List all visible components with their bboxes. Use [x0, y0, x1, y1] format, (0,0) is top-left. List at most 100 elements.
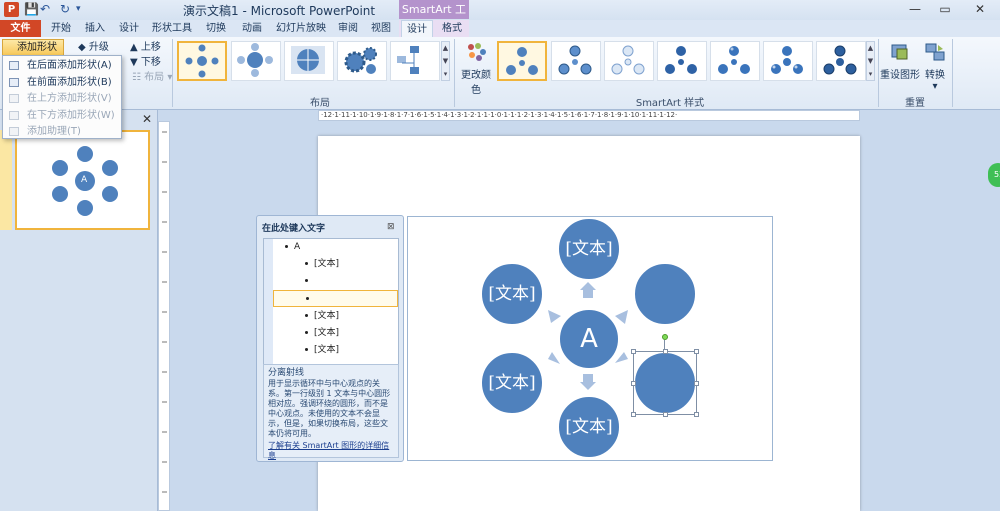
- horizontal-ruler: ·12·1·11·1·10·1·9·1·8·1·7·1·6·1·5·1·4·1·…: [318, 110, 860, 121]
- floating-badge[interactable]: 52: [988, 163, 1000, 187]
- smartart-node-bottom[interactable]: [文本]: [558, 396, 620, 458]
- rotate-handle[interactable]: [662, 334, 668, 340]
- slide-thumbnail-1[interactable]: A: [15, 130, 150, 230]
- smartart-node-top[interactable]: [文本]: [558, 218, 620, 280]
- text-pane-row[interactable]: [文本]: [273, 325, 398, 342]
- text-pane-row[interactable]: [文本]: [273, 308, 398, 325]
- menu-item-label: 在上方添加形状(V): [27, 93, 112, 104]
- tab-file[interactable]: 文件: [0, 20, 41, 37]
- tab-smartart-design[interactable]: 设计: [401, 20, 433, 37]
- style-gallery-scroll[interactable]: ▲ ▼ ▾: [866, 41, 875, 81]
- move-down-button[interactable]: ▼ 下移: [130, 55, 161, 70]
- style-thumb-4[interactable]: [657, 41, 707, 81]
- layout-radial-cycle[interactable]: [231, 41, 281, 81]
- vertical-ruler: [158, 121, 170, 511]
- style-subtle-icon: [558, 45, 592, 75]
- convert-button[interactable]: 转换 ▾: [922, 41, 948, 92]
- menu-add-assistant[interactable]: 添加助理(T): [3, 123, 121, 140]
- style-3d-icon: [771, 46, 803, 74]
- tab-insert[interactable]: 插入: [80, 20, 110, 37]
- powerpoint-app-icon[interactable]: P: [4, 2, 19, 17]
- resize-handle[interactable]: [694, 412, 699, 417]
- smartart-node-lower-left[interactable]: [文本]: [481, 352, 543, 414]
- style-thumb-6[interactable]: [763, 41, 813, 81]
- tab-home[interactable]: 开始: [45, 20, 77, 37]
- menu-add-shape-above[interactable]: 在上方添加形状(V): [3, 90, 121, 107]
- menu-add-shape-below[interactable]: 在下方添加形状(W): [3, 107, 121, 124]
- style-cartoon-icon: [823, 45, 857, 75]
- group-separator: [454, 39, 455, 107]
- style-thumb-2[interactable]: [551, 41, 601, 81]
- resize-handle[interactable]: [631, 381, 636, 386]
- row-text: [文本]: [314, 328, 340, 338]
- style-thumb-3[interactable]: [604, 41, 654, 81]
- tab-design[interactable]: 设计: [114, 20, 144, 37]
- add-shape-button[interactable]: 添加形状 ▾: [2, 39, 64, 68]
- style-thumb-7[interactable]: [816, 41, 866, 81]
- learn-more-link[interactable]: 了解有关 SmartArt 图形的详细信息: [268, 441, 394, 461]
- resize-handle[interactable]: [663, 412, 668, 417]
- tab-animations[interactable]: 动画: [236, 20, 268, 37]
- text-pane-row[interactable]: [273, 273, 398, 290]
- layout-hierarchy[interactable]: [390, 41, 440, 81]
- text-pane-row[interactable]: A: [273, 239, 398, 256]
- maximize-icon[interactable]: ▭: [931, 1, 959, 18]
- layout-description: 分离射线 用于显示循环中与中心观点的关系。第一行级别 1 文本与中心圆形相对应。…: [263, 364, 399, 461]
- customize-icon[interactable]: ▾: [76, 1, 81, 18]
- menu-item-label: 在下方添加形状(W): [27, 110, 115, 121]
- smartart-center-node[interactable]: A: [559, 309, 619, 369]
- resize-handle[interactable]: [694, 349, 699, 354]
- reset-graphic-label: 重设图形: [880, 70, 920, 81]
- close-icon[interactable]: ✕: [142, 112, 152, 126]
- move-up-button[interactable]: ▲ 上移: [130, 40, 161, 55]
- smartart-node-upper-right[interactable]: [634, 263, 696, 325]
- close-icon[interactable]: ✕: [966, 1, 994, 18]
- style-thumb-5[interactable]: [710, 41, 760, 81]
- tab-transitions[interactable]: 切换: [200, 20, 232, 37]
- ruler-text: ·12·1·11·1·10·1·9·1·8·1·7·1·6·1·5·1·4·1·…: [321, 111, 678, 119]
- menu-add-shape-after[interactable]: 在后面添加形状(A): [3, 57, 121, 74]
- add-before-icon: [9, 78, 19, 87]
- window-title: 演示文稿1 - Microsoft PowerPoint: [183, 4, 376, 18]
- menu-add-shape-before[interactable]: 在前面添加形状(B): [3, 74, 121, 91]
- bullet-icon: [305, 314, 308, 317]
- save-icon[interactable]: 💾: [24, 1, 39, 18]
- redo-icon[interactable]: ↻: [60, 1, 70, 18]
- reset-graphic-button[interactable]: 重设图形: [880, 41, 920, 81]
- group-separator: [952, 39, 953, 107]
- tab-view[interactable]: 视图: [366, 20, 396, 37]
- text-pane-row-selected[interactable]: [273, 290, 398, 307]
- style-intense-icon: [665, 46, 697, 74]
- layout-gear[interactable]: [337, 41, 387, 81]
- layout-description-body: 用于显示循环中与中心观点的关系。第一行级别 1 文本与中心圆形相对应。强调环绕的…: [268, 379, 391, 438]
- smartart-node-upper-left[interactable]: [文本]: [481, 263, 543, 325]
- resize-handle[interactable]: [631, 412, 636, 417]
- layout-small-button[interactable]: ☷ 布局 ▾: [132, 70, 172, 85]
- tab-review[interactable]: 审阅: [334, 20, 362, 37]
- styles-group-label: SmartArt 样式: [635, 98, 705, 109]
- tab-smartart-format[interactable]: 格式: [436, 20, 468, 37]
- layout-diverging-radial[interactable]: [177, 41, 227, 81]
- tab-slideshow[interactable]: 幻灯片放映: [272, 20, 330, 37]
- text-pane-list[interactable]: A [文本] [文本] [文本] [文本]: [263, 238, 399, 378]
- style-thumb-1[interactable]: [497, 41, 547, 81]
- tab-shape-tools[interactable]: 形状工具: [148, 20, 196, 37]
- close-icon[interactable]: ⊠: [387, 222, 395, 232]
- reset-group-label: 重置: [905, 98, 925, 109]
- undo-icon[interactable]: ↶: [40, 1, 50, 18]
- resize-handle[interactable]: [631, 349, 636, 354]
- style-polished-icon: [718, 46, 750, 74]
- promote-button[interactable]: ◆ 升级: [78, 40, 109, 55]
- text-pane-row[interactable]: [文本]: [273, 256, 398, 273]
- text-pane-row[interactable]: [文本]: [273, 342, 398, 359]
- layout-gallery-scroll[interactable]: ▲ ▼ ▾: [441, 41, 450, 81]
- row-text: [文本]: [314, 259, 340, 269]
- layout-basic-pie[interactable]: [284, 41, 334, 81]
- bullet-icon: [305, 331, 308, 334]
- bullet-icon: [305, 262, 308, 265]
- resize-handle[interactable]: [663, 349, 668, 354]
- resize-handle[interactable]: [694, 381, 699, 386]
- minimize-icon[interactable]: —: [901, 1, 929, 18]
- add-shape-label: 添加形状: [17, 42, 57, 53]
- change-colors-button[interactable]: 更改颜色: [457, 41, 495, 96]
